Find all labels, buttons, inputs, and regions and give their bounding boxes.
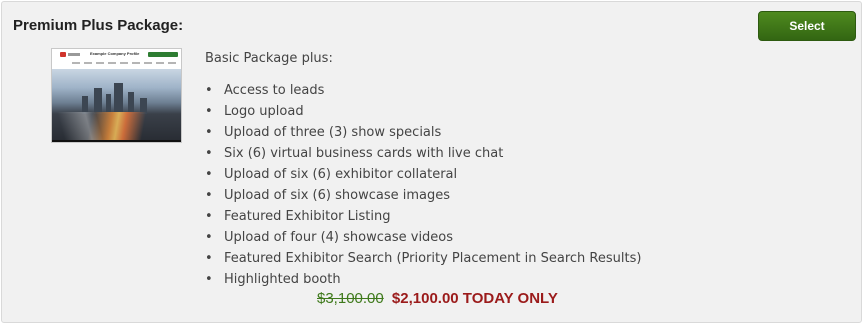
package-thumbnail: Example Company Profile (51, 48, 182, 143)
thumbnail-logo-icon (60, 52, 66, 57)
feature-item: • Logo upload (205, 101, 641, 122)
feature-label: Six (6) virtual business cards with live… (224, 146, 504, 161)
thumbnail-highway-glow (52, 112, 181, 142)
package-panel: Premium Plus Package: Select Example Com… (1, 1, 862, 323)
feature-item: • Six (6) virtual business cards with liv… (205, 143, 641, 164)
thumbnail-building (94, 88, 102, 114)
feature-label: Featured Exhibitor Listing (224, 209, 391, 224)
feature-list: • Access to leads • Logo upload • Upload of… (205, 80, 641, 290)
feature-label: Logo upload (224, 104, 304, 119)
thumbnail-video-bar (52, 140, 181, 142)
feature-label: Highlighted booth (224, 272, 341, 287)
price-line: $3,100.00 $2,100.00 TODAY ONLY (317, 290, 558, 307)
feature-label: Upload of four (4) showcase videos (224, 230, 454, 245)
bullet-icon: • (205, 251, 213, 266)
package-title: Premium Plus Package: (13, 17, 184, 34)
feature-item: • Featured Exhibitor Search (Priority Pla… (205, 248, 641, 269)
thumbnail-nav (72, 62, 177, 64)
thumbnail-city-photo (52, 69, 181, 142)
bullet-icon: • (205, 272, 213, 287)
bullet-icon: • (205, 146, 213, 161)
thumbnail-building (114, 83, 123, 114)
thumbnail-headline: Example Company Profile (90, 51, 140, 56)
bullet-icon: • (205, 125, 213, 140)
bullet-icon: • (205, 83, 213, 98)
feature-item: • Upload of three (3) show specials (205, 122, 641, 143)
feature-label: Upload of six (6) exhibitor collateral (224, 167, 458, 182)
bullet-icon: • (205, 230, 213, 245)
feature-item: • Highlighted booth (205, 269, 641, 290)
thumbnail-logo-text (68, 53, 80, 56)
feature-label: Access to leads (224, 83, 325, 98)
original-price: $3,100.00 (317, 290, 384, 307)
package-intro: Basic Package plus: (205, 51, 333, 66)
feature-label: Featured Exhibitor Search (Priority Plac… (224, 251, 642, 266)
sale-price: $2,100.00 TODAY ONLY (391, 290, 558, 307)
feature-label: Upload of six (6) showcase images (224, 188, 450, 203)
bullet-icon: • (205, 167, 213, 182)
bullet-icon: • (205, 104, 213, 119)
feature-item: • Upload of six (6) exhibitor collateral (205, 164, 641, 185)
feature-item: • Upload of four (4) showcase videos (205, 227, 641, 248)
feature-label: Upload of three (3) show specials (224, 125, 442, 140)
thumbnail-cta (148, 52, 178, 57)
select-button[interactable]: Select (758, 11, 856, 41)
thumbnail-building (106, 94, 111, 114)
bullet-icon: • (205, 209, 213, 224)
feature-item: • Upload of six (6) showcase images (205, 185, 641, 206)
bullet-icon: • (205, 188, 213, 203)
feature-item: • Access to leads (205, 80, 641, 101)
feature-item: • Featured Exhibitor Listing (205, 206, 641, 227)
thumbnail-building (128, 92, 134, 114)
thumbnail-header: Example Company Profile (52, 49, 181, 61)
